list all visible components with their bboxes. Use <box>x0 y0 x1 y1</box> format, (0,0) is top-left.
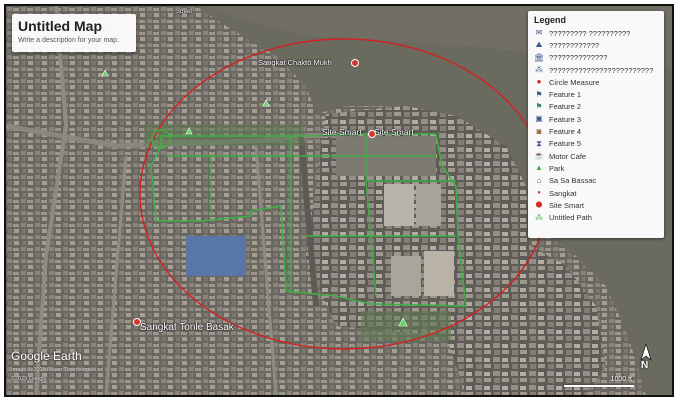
legend-item-label: Untitled Path <box>549 213 592 223</box>
scale-bar: 1000 ft <box>564 376 634 387</box>
site-block-3 <box>416 184 441 226</box>
legend-item[interactable]: ◙ Feature 4 <box>534 125 658 137</box>
legend-item[interactable]: ▲ Park <box>534 162 658 174</box>
legend-panel: Legend ✉????????? ?????????? ⛰???????????… <box>528 11 664 238</box>
legend-item[interactable]: ☕ Motor Cafe <box>534 150 658 162</box>
legend-item-label: Feature 5 <box>549 139 582 149</box>
legend-item-label: ?????????????? <box>549 53 608 63</box>
google-earth-logo: Google Earth <box>11 349 82 363</box>
compass-north-label: N <box>641 360 649 371</box>
legend-item[interactable]: ⚑ Feature 1 <box>534 88 658 100</box>
legend-item[interactable]: ⛰???????????? <box>534 39 658 51</box>
google-credit: ©2025 Google <box>11 376 47 382</box>
legend-item[interactable]: ● Circle Measure <box>534 76 658 88</box>
legend-item[interactable]: ⚑ Feature 2 <box>534 101 658 113</box>
legend-item[interactable]: ▣ Feature 3 <box>534 113 658 125</box>
legend-item-label: Circle Measure <box>549 77 600 87</box>
legend-item-label: Feature 4 <box>549 127 582 137</box>
legend-item[interactable]: ⬤ Site Smart <box>534 199 658 211</box>
monument-icon: ⧗ <box>536 138 542 148</box>
temple-icon: 🏛 <box>533 52 545 62</box>
landmark-icon: ⛰ <box>535 40 543 50</box>
scale-line <box>564 385 634 387</box>
park-area <box>144 124 304 146</box>
red-pin-icon: ⬤ <box>535 202 543 209</box>
flag-icon: ⚑ <box>535 89 543 99</box>
site-block-5 <box>424 251 454 296</box>
legend-item[interactable]: 🏛?????????????? <box>534 52 658 64</box>
gallery-icon: ⌂ <box>536 175 542 185</box>
legend-item[interactable]: ⌂ Sa Sa Bassac <box>534 175 658 187</box>
legend-item[interactable]: ⁂ Untitled Path <box>534 211 658 223</box>
legend-item-label: ????????????????????????? <box>549 65 654 75</box>
map-frame: Untitled Map Write a description for you… <box>4 4 674 397</box>
legend-item-label: Park <box>549 163 565 173</box>
site-block-2 <box>384 184 414 226</box>
legend-item-label: ????????? ?????????? <box>549 28 631 38</box>
place-site-smart-2[interactable]: Site Smart <box>374 127 414 137</box>
legend-list: ✉????????? ?????????? ⛰???????????? 🏛?????… <box>534 27 658 224</box>
site-smart-pin[interactable] <box>368 130 376 138</box>
imagery-credit: Image © 2025 Maxar Technologies <box>11 367 96 373</box>
legend-item-label: Sangkat <box>549 188 577 198</box>
green-flag-icon: ⚑ <box>535 101 543 111</box>
site-block-4 <box>391 256 421 296</box>
legend-item-label: Motor Cafe <box>549 151 587 161</box>
path-icon: ⁂ <box>535 212 543 222</box>
legend-item[interactable]: ● Sangkat <box>534 187 658 199</box>
map-title-card[interactable]: Untitled Map Write a description for you… <box>12 14 136 52</box>
map-title: Untitled Map <box>18 18 102 34</box>
cluster-icon: ⁂ <box>535 65 543 75</box>
speech-bubble-icon: ✉ <box>535 28 543 38</box>
legend-item-label: Sa Sa Bassac <box>549 176 597 186</box>
scale-label: 1000 ft <box>610 376 632 383</box>
legend-item[interactable]: ⁂????????????????????????? <box>534 64 658 76</box>
sangkat-pin-1[interactable] <box>351 59 359 67</box>
building-icon: ▣ <box>535 114 543 124</box>
tree-icon: ▲ <box>535 163 543 173</box>
circle-measure-icon: ● <box>536 77 542 87</box>
blue-roof-building <box>186 236 246 276</box>
place-site-smart-1[interactable]: Site Smart <box>322 127 362 137</box>
place-sangkat-tonle-basak[interactable]: Sangkat Tonle Basak <box>140 322 234 333</box>
map-description[interactable]: Write a description for your map. <box>18 35 130 46</box>
red-dot-icon: ● <box>537 190 541 196</box>
legend-item-label: ???????????? <box>549 40 600 50</box>
square-icon: ◙ <box>536 126 542 136</box>
legend-item-label: Feature 3 <box>549 114 582 124</box>
legend-item-label: Feature 2 <box>549 102 582 112</box>
cafe-icon: ☕ <box>534 151 544 161</box>
street-label: Street <box>176 9 193 15</box>
compass[interactable]: N <box>640 342 652 374</box>
legend-title: Legend <box>534 15 567 25</box>
place-sangkat-chaktomukh[interactable]: Sangkat Chaktō Mukh <box>258 58 332 67</box>
legend-item[interactable]: ✉ ????????? ?????????? <box>534 27 658 39</box>
legend-item-label: Feature 1 <box>549 90 582 100</box>
legend-item-label: Site Smart <box>549 200 585 210</box>
legend-item[interactable]: ⧗ Feature 5 <box>534 138 658 150</box>
